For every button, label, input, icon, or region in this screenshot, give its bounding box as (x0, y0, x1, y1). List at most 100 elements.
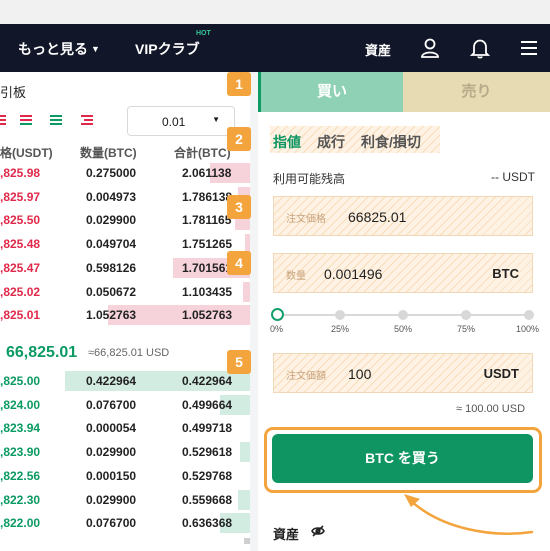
row-total: 1.751265 (182, 237, 233, 252)
row-total: 0.529618 (182, 445, 233, 460)
orderbook-panel: 引板 0.01 ▼ 格(USDT) 数量(BTC) 合計(BTC) ,825.9… (0, 72, 250, 551)
view-depth-icon[interactable] (79, 113, 95, 127)
quantity-field-label: 数量 (286, 271, 306, 282)
order-amount-approx: ≈ 100.00 USD (456, 403, 526, 415)
hot-badge: HOT (196, 30, 211, 37)
tab-buy[interactable]: 買い (258, 72, 403, 112)
step-badge-1: 1 (227, 72, 251, 96)
row-total: 0.636368 (182, 516, 233, 531)
slider-step-100[interactable] (524, 310, 534, 320)
depth-bar (237, 489, 250, 510)
order-type-tabs: 指値 成行 利食/損切 (270, 126, 440, 153)
slider-step-75[interactable] (461, 310, 471, 320)
slider-step-50[interactable] (398, 310, 408, 320)
quantity-field[interactable]: 数量 0.001496 BTC (273, 253, 533, 293)
slider-label-50: 50% (394, 324, 413, 334)
ask-row[interactable]: ,825.98 0.275000 2.061138 (0, 162, 250, 184)
row-price: ,825.98 (0, 166, 41, 180)
row-quantity: 0.000054 (86, 421, 137, 436)
header-qty: 数量(BTC) (80, 146, 137, 160)
order-amount-value: 100 (348, 366, 372, 382)
ask-row[interactable]: ,825.01 1.052763 1.052763 (0, 304, 250, 326)
buy-btc-button[interactable]: BTC を買う (272, 434, 533, 483)
bid-row[interactable]: ,822.30 0.029900 0.559668 (0, 489, 250, 511)
quantity-field-value: 0.001496 (324, 266, 383, 282)
row-total: 0.422964 (182, 374, 233, 388)
row-quantity: 0.076700 (86, 516, 137, 531)
order-type-tpsl[interactable]: 利食/損切 (361, 132, 421, 152)
row-quantity: 0.076700 (86, 397, 137, 412)
more-menu[interactable]: もっと見る ▼ (18, 39, 100, 59)
row-quantity: 0.049704 (86, 237, 137, 252)
slider-handle[interactable] (271, 308, 284, 321)
precision-select[interactable]: 0.01 ▼ (127, 106, 235, 136)
order-type-limit[interactable]: 指値 (273, 132, 301, 152)
pointer-arrow-icon (404, 494, 534, 535)
slider-label-25: 25% (331, 324, 350, 334)
eye-slash-icon[interactable] (311, 525, 325, 537)
slider-step-25[interactable] (335, 310, 345, 320)
last-price-usd: ≈66,825.01 USD (88, 347, 170, 359)
depth-bar (240, 442, 250, 463)
orderbook-title: 引板 (0, 85, 27, 100)
row-quantity: 1.052763 (86, 308, 137, 323)
order-type-market[interactable]: 成行 (317, 132, 345, 152)
price-field-value: 66825.01 (348, 209, 407, 225)
depth-bar (242, 281, 250, 302)
row-quantity: 0.004973 (86, 189, 137, 204)
row-total: 1.701561 (182, 260, 233, 275)
ask-row[interactable]: ,825.48 0.049704 1.751265 (0, 233, 250, 255)
caret-down-icon: ▼ (91, 44, 100, 54)
bid-row[interactable]: ,825.00 0.422964 0.422964 (0, 370, 250, 392)
bid-row[interactable]: ,822.00 0.076700 0.636368 (0, 512, 250, 534)
assets-section-label: 資産 (273, 527, 300, 542)
row-price: ,825.02 (0, 284, 41, 299)
bell-icon[interactable] (469, 37, 491, 59)
caret-down-icon: ▼ (212, 115, 220, 124)
slider-label-75: 75% (457, 324, 476, 334)
bid-row[interactable]: ,823.90 0.029900 0.529618 (0, 441, 250, 463)
user-icon[interactable] (419, 37, 441, 59)
step-badge-4: 4 (227, 251, 251, 275)
row-price: ,825.47 (0, 260, 41, 275)
row-price: ,825.97 (0, 189, 41, 204)
row-total: 2.061138 (182, 166, 232, 180)
row-quantity: 0.422964 (86, 374, 137, 388)
row-total: 0.499664 (182, 397, 233, 412)
row-price: ,825.50 (0, 213, 41, 228)
header-total: 合計(BTC) (174, 146, 231, 160)
ask-row[interactable]: ,825.47 0.598126 1.701561 (0, 257, 250, 279)
row-quantity: 0.029900 (86, 445, 137, 460)
row-price: ,824.00 (0, 397, 41, 412)
vip-club-link[interactable]: VIPクラブ (135, 39, 200, 59)
available-balance-label: 利用可能残高 (273, 172, 346, 186)
row-price: ,822.00 (0, 516, 41, 531)
row-total: 0.499718 (182, 421, 233, 436)
row-total: 1.052763 (182, 308, 233, 323)
view-bids-icon[interactable] (48, 113, 64, 127)
ask-row[interactable]: ,825.97 0.004973 1.786138 (0, 186, 250, 208)
available-balance-value: -- USDT (491, 170, 535, 184)
bid-row[interactable]: ,823.94 0.000054 0.499718 (0, 417, 250, 439)
price-field[interactable]: 注文価格 66825.01 (273, 196, 533, 236)
view-both-icon[interactable] (18, 113, 34, 127)
row-price: ,823.90 (0, 445, 41, 460)
ask-row[interactable]: ,825.02 0.050672 1.103435 (0, 281, 250, 303)
menu-icon[interactable] (518, 37, 540, 59)
order-amount-label: 注文価額 (286, 371, 326, 382)
price-field-label: 注文価格 (286, 214, 326, 225)
row-price: ,822.56 (0, 468, 41, 483)
row-price: ,822.30 (0, 492, 41, 507)
row-price: ,823.94 (0, 421, 41, 436)
step-badge-2: 2 (227, 127, 251, 151)
ask-row[interactable]: ,825.50 0.029900 1.781165 (0, 209, 250, 231)
bid-row[interactable]: ,822.56 0.000150 0.529768 (0, 465, 250, 487)
tab-sell[interactable]: 売り (403, 72, 550, 112)
view-asks-icon[interactable] (0, 113, 8, 127)
row-total: 0.529768 (182, 468, 233, 483)
row-quantity: 0.275000 (86, 166, 137, 180)
bid-row[interactable]: ,824.00 0.076700 0.499664 (0, 394, 250, 416)
assets-link[interactable]: 資産 (365, 40, 391, 59)
row-quantity: 0.029900 (86, 213, 137, 228)
order-amount-field[interactable]: 注文価額 100 USDT (273, 353, 533, 393)
